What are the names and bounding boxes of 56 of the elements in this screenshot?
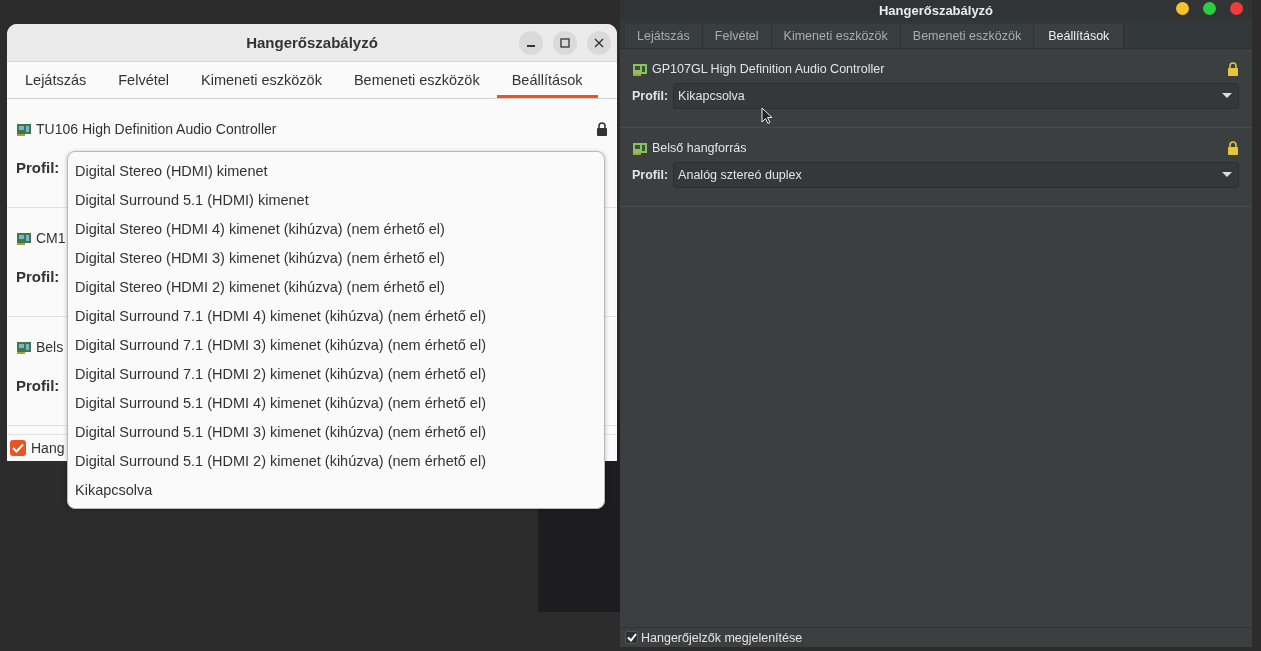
tab[interactable]: Kimeneti eszközök xyxy=(186,62,337,98)
device-name: Bels xyxy=(36,338,64,355)
minimize-button[interactable] xyxy=(519,31,543,55)
profile-dropdown[interactable]: Kikapcsolva xyxy=(673,83,1239,109)
menu-item[interactable]: Digital Surround 7.1 (HDMI 2) kimenet (kihúzva) (nem érhető el) xyxy=(68,359,604,388)
tab[interactable]: Lejátszás xyxy=(625,24,703,48)
caret-icon xyxy=(1222,172,1232,178)
menu-item[interactable]: Digital Stereo (HDMI) kimenet xyxy=(68,156,604,185)
profile-label: Profil: xyxy=(632,89,669,103)
menu-item[interactable]: Digital Stereo (HDMI 2) kimenet (kihúzva) (nem érhető el) xyxy=(68,272,604,301)
profile-label: Profil: xyxy=(632,168,669,182)
tab[interactable]: Felvétel xyxy=(702,24,772,48)
window-title: Hangerőszabályzó xyxy=(246,34,378,51)
profile-label: Profil: xyxy=(16,268,60,285)
sound-card-icon xyxy=(16,339,32,354)
tab[interactable]: Felvétel xyxy=(103,62,185,98)
tab[interactable]: Bemeneti eszközök xyxy=(338,62,495,98)
profile-label: Profil: xyxy=(16,159,60,176)
checkbox-label: Hangerőjelzők megjelenítése xyxy=(641,630,803,645)
checkbox-label: Hang xyxy=(31,440,65,456)
profile-label: Profil: xyxy=(16,377,60,394)
device-name: Belső hangforrás xyxy=(652,141,747,155)
maximize-button[interactable] xyxy=(553,31,577,55)
tab[interactable]: Bemeneti eszközök xyxy=(900,24,1035,48)
minimize-icon xyxy=(527,45,535,47)
menu-item[interactable]: Digital Surround 5.1 (HDMI 2) kimenet (kihúzva) (nem érhető el) xyxy=(68,446,604,475)
device-name: TU106 High Definition Audio Controller xyxy=(36,120,277,137)
menu-item[interactable]: Digital Stereo (HDMI 3) kimenet (kihúzva) (nem érhető el) xyxy=(68,243,604,272)
sound-card-icon xyxy=(632,62,648,76)
tab[interactable]: Lejátszás xyxy=(10,62,102,98)
menu-item[interactable]: Digital Surround 7.1 (HDMI 4) kimenet (kihúzva) (nem érhető el) xyxy=(68,301,604,330)
maximize-icon xyxy=(560,38,570,48)
profile-dropdown[interactable]: Analóg sztereó duplex xyxy=(673,162,1239,188)
close-button[interactable] xyxy=(587,31,611,55)
sound-card-icon xyxy=(16,230,32,245)
menu-item[interactable]: Digital Stereo (HDMI 4) kimenet (kihúzva) (nem érhető el) xyxy=(68,214,604,243)
menu-item[interactable]: Digital Surround 5.1 (HDMI 4) kimenet (kihúzva) (nem érhető el) xyxy=(68,388,604,417)
close-icon xyxy=(594,38,604,48)
device-name: CM1 xyxy=(36,229,66,246)
menu-item[interactable]: Kikapcsolva xyxy=(68,475,604,504)
checkbox[interactable] xyxy=(10,440,26,456)
window-title: Hangerőszabályzó xyxy=(878,3,994,18)
tab[interactable]: Beállítások xyxy=(496,62,598,98)
checkbox[interactable] xyxy=(625,631,638,644)
sound-card-icon xyxy=(16,121,32,136)
caret-icon xyxy=(1222,93,1232,99)
minimize-button[interactable] xyxy=(1176,2,1189,15)
menu-item[interactable]: Digital Surround 7.1 (HDMI 3) kimenet (kihúzva) (nem érhető el) xyxy=(68,330,604,359)
menu-item[interactable]: Digital Surround 5.1 (HDMI) kimenet xyxy=(68,185,604,214)
mouse-pointer-icon xyxy=(761,107,773,125)
maximize-button[interactable] xyxy=(1203,2,1216,15)
tab[interactable]: Kimeneti eszközök xyxy=(771,24,901,48)
sound-card-icon xyxy=(632,141,648,155)
device-name: GP107GL High Definition Audio Controller xyxy=(652,62,885,76)
menu-item[interactable]: Digital Surround 5.1 (HDMI 3) kimenet (kihúzva) (nem érhető el) xyxy=(68,417,604,446)
tab[interactable]: Beállítások xyxy=(1034,24,1125,48)
